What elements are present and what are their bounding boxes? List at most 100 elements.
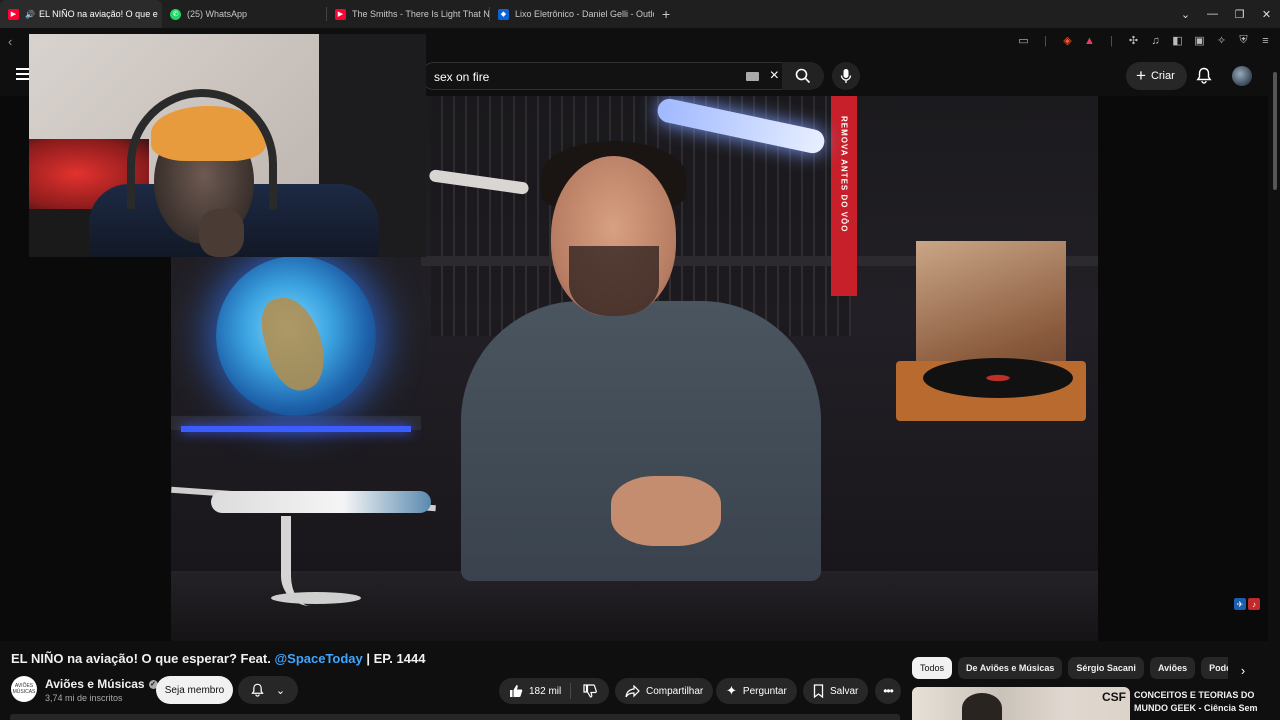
minimize-icon[interactable]: — bbox=[1199, 8, 1226, 20]
channel-avatar[interactable]: AVIÕES MÚSICAS bbox=[11, 676, 37, 702]
tab-list-icon[interactable]: ⌄ bbox=[1172, 8, 1199, 21]
model-plane-base bbox=[271, 592, 361, 604]
chip-avioes[interactable]: Aviões bbox=[1149, 657, 1196, 679]
save-label: Salvar bbox=[830, 685, 859, 697]
sidebar-icon[interactable]: ◧ bbox=[1171, 34, 1184, 47]
speaker-icon: 🔊 bbox=[25, 9, 35, 19]
like-button[interactable]: 182 mil bbox=[499, 683, 571, 699]
music-icon[interactable]: ♫ bbox=[1149, 34, 1162, 47]
browser-tab-outlook[interactable]: ◆ Lixo Eletrônico - Daniel Gelli - Outlo… bbox=[490, 0, 654, 28]
mention-link[interactable]: @SpaceToday bbox=[274, 651, 362, 666]
rewards-icon[interactable]: ▲ bbox=[1083, 34, 1096, 47]
thumbs-down-icon bbox=[583, 684, 597, 698]
search-button[interactable] bbox=[782, 62, 824, 90]
bell-icon bbox=[251, 683, 264, 697]
wallet-icon[interactable]: ▣ bbox=[1193, 34, 1206, 47]
webcam-hand bbox=[199, 209, 244, 257]
subscription-bell-button[interactable]: ⌄ bbox=[238, 676, 298, 704]
divider-icon: | bbox=[1110, 34, 1113, 47]
menu-icon[interactable]: ≡ bbox=[1259, 34, 1272, 47]
chip-from-channel[interactable]: De Aviões e Músicas bbox=[958, 657, 1063, 679]
host-beard bbox=[569, 246, 659, 316]
join-button[interactable]: Seja membro bbox=[156, 676, 233, 704]
browser-tab-the-smiths[interactable]: ▶ The Smiths - There Is Light That Nev bbox=[327, 0, 489, 28]
airplane-badge-icon: ✈ bbox=[1234, 598, 1246, 610]
bookmark-icon bbox=[813, 684, 824, 698]
page-scrollbar[interactable] bbox=[1270, 64, 1280, 720]
recommendation-thumbnail[interactable]: CSF bbox=[912, 687, 1130, 720]
video-title: EL NIÑO na aviação! O que esperar? Feat.… bbox=[11, 651, 425, 666]
account-avatar[interactable] bbox=[1232, 66, 1252, 86]
browser-tab-youtube-video[interactable]: ▶ 🔊 EL NIÑO na aviação! O que e × bbox=[0, 0, 162, 28]
subscriber-count: 3,74 mi de inscritos bbox=[45, 693, 123, 703]
leo-ai-icon[interactable]: ✧ bbox=[1215, 34, 1228, 47]
scrollbar-thumb[interactable] bbox=[1273, 72, 1277, 190]
share-label: Compartilhar bbox=[646, 685, 704, 697]
chip-all[interactable]: Todos bbox=[912, 657, 953, 679]
share-button[interactable]: Compartilhar bbox=[615, 678, 714, 704]
model-plane-fuselage bbox=[211, 491, 431, 513]
video-title-suffix: | EP. 1444 bbox=[362, 651, 426, 666]
neon-light bbox=[181, 426, 411, 432]
banner-text: REMOVA ANTES DO VÔO bbox=[839, 116, 849, 233]
tab-title: EL NIÑO na aviação! O que e bbox=[38, 9, 158, 19]
thumbnail-person bbox=[962, 693, 1002, 720]
hamburger-menu-icon[interactable] bbox=[16, 68, 30, 80]
headphones-badge-icon: ♪ bbox=[1248, 598, 1260, 610]
description-box-edge[interactable] bbox=[10, 714, 900, 720]
cast-icon[interactable]: ▭ bbox=[1017, 34, 1030, 47]
ask-button[interactable]: ✦ Perguntar bbox=[716, 678, 797, 704]
outlook-icon: ◆ bbox=[498, 8, 509, 20]
tab-title: Lixo Eletrônico - Daniel Gelli - Outloo bbox=[515, 9, 654, 19]
vinyl-record bbox=[923, 358, 1073, 398]
voice-search-button[interactable] bbox=[832, 62, 860, 90]
whatsapp-icon: ✆ bbox=[170, 8, 181, 20]
like-dislike-group: 182 mil bbox=[499, 678, 609, 704]
notifications-bell-icon[interactable] bbox=[1196, 67, 1212, 84]
host-hands bbox=[611, 476, 721, 546]
more-icon: ••• bbox=[883, 684, 894, 698]
webcam-overlay bbox=[29, 34, 426, 257]
back-icon[interactable]: ‹ bbox=[8, 34, 12, 49]
channel-name[interactable]: Aviões e Músicas ✓ bbox=[45, 677, 158, 691]
tab-title: The Smiths - There Is Light That Nev bbox=[352, 9, 489, 19]
create-label: Criar bbox=[1150, 70, 1175, 82]
extensions-icon[interactable]: ✣ bbox=[1127, 34, 1140, 47]
keyboard-icon[interactable] bbox=[746, 72, 759, 81]
chevron-down-icon: ⌄ bbox=[275, 684, 286, 697]
youtube-icon: ▶ bbox=[8, 8, 19, 20]
new-tab-label: + bbox=[662, 6, 671, 22]
more-actions-button[interactable]: ••• bbox=[875, 678, 901, 704]
clear-search-icon[interactable]: × bbox=[770, 67, 779, 85]
filter-chips: Todos De Aviões e Músicas Sérgio Sacani … bbox=[912, 657, 1228, 681]
new-tab-button[interactable]: + bbox=[654, 0, 678, 28]
browser-tab-whatsapp[interactable]: ✆ (25) WhatsApp bbox=[162, 0, 326, 28]
recommendation-title-line1: CONCEITOS E TEORIAS DO bbox=[1134, 690, 1255, 700]
browser-tab-bar: ▶ 🔊 EL NIÑO na aviação! O que e × ✆ (25)… bbox=[0, 0, 1280, 28]
share-icon bbox=[625, 684, 640, 697]
search-query: sex on fire bbox=[434, 70, 490, 84]
thumbnail-logo-text: CSF bbox=[1102, 690, 1126, 704]
close-icon[interactable]: ✕ bbox=[1253, 8, 1280, 21]
search-input[interactable]: sex on fire × bbox=[420, 62, 790, 90]
save-button[interactable]: Salvar bbox=[803, 678, 869, 704]
maximize-icon[interactable]: ❐ bbox=[1226, 8, 1253, 21]
remove-before-flight-banner: REMOVA ANTES DO VÔO bbox=[831, 96, 857, 296]
tab-title: (25) WhatsApp bbox=[187, 9, 248, 19]
vpn-icon[interactable]: ⛨ bbox=[1237, 34, 1250, 47]
like-count: 182 mil bbox=[529, 685, 562, 697]
search-icon bbox=[795, 68, 811, 84]
chip-sergio-sacani[interactable]: Sérgio Sacani bbox=[1068, 657, 1144, 679]
create-button[interactable]: + Criar bbox=[1126, 62, 1187, 90]
channel-name-text: Aviões e Músicas bbox=[45, 677, 145, 691]
chip-podcasts[interactable]: Podcasts bbox=[1201, 657, 1228, 679]
brave-shield-icon[interactable]: ◈ bbox=[1061, 34, 1074, 47]
recommendation-title[interactable]: CONCEITOS E TEORIAS DO MUNDO GEEK - Ciên… bbox=[1134, 689, 1264, 715]
divider-icon: | bbox=[1044, 34, 1047, 47]
recommendation-title-line2: MUNDO GEEK - Ciência Sem bbox=[1134, 703, 1258, 713]
thumbs-up-icon bbox=[510, 685, 523, 697]
microphone-icon bbox=[840, 69, 852, 83]
dislike-button[interactable] bbox=[571, 684, 609, 698]
chevron-right-icon[interactable]: › bbox=[1232, 659, 1254, 681]
window-controls: ⌄ — ❐ ✕ bbox=[1172, 0, 1280, 28]
